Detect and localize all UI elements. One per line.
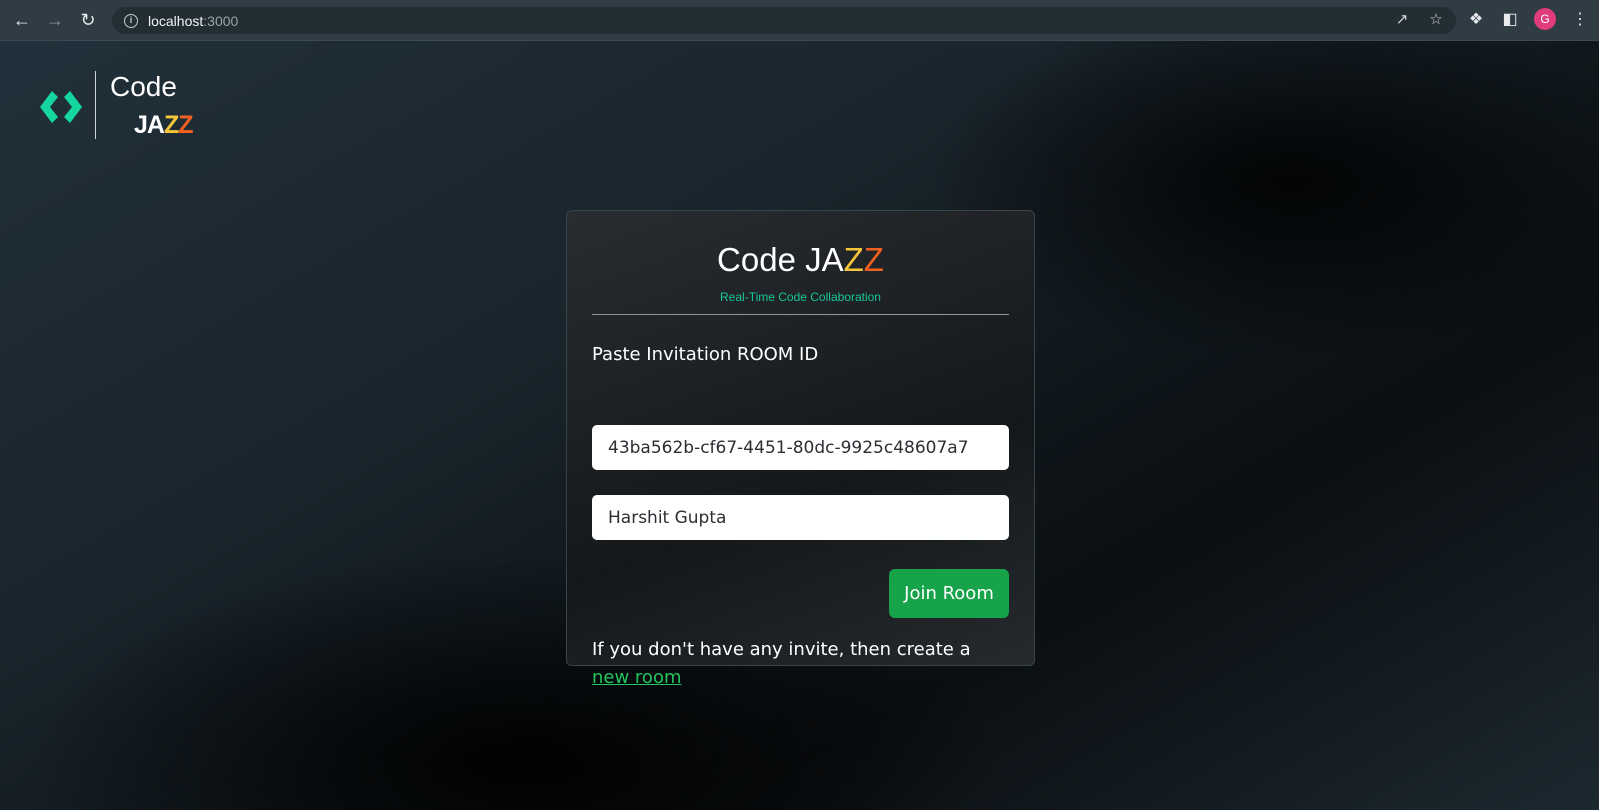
bookmark-star-icon[interactable]: ☆ xyxy=(1426,10,1446,28)
menu-kebab-icon[interactable]: ⋮ xyxy=(1570,9,1590,29)
address-bar[interactable]: i localhost:3000 ↗ ☆ xyxy=(112,7,1456,34)
url-host: localhost xyxy=(148,12,204,29)
card-title: Code JAZZ xyxy=(717,241,884,278)
username-input[interactable] xyxy=(592,495,1009,540)
invite-text: If you don't have any invite, then creat… xyxy=(592,639,971,688)
logo-code-text: Code xyxy=(110,71,177,102)
extensions-puzzle-icon[interactable]: ❖ xyxy=(1466,9,1486,29)
profile-avatar[interactable]: G xyxy=(1534,8,1556,30)
back-icon[interactable]: ← xyxy=(7,5,37,35)
logo-jazz-text: JAZZ xyxy=(134,111,194,139)
share-icon[interactable]: ↗ xyxy=(1392,10,1412,28)
forward-icon[interactable]: → xyxy=(40,5,70,35)
browser-toolbar: ← → ↻ i localhost:3000 ↗ ☆ ❖ ◧ G ⋮ xyxy=(0,0,1599,41)
page-background: Code JAZZ Code JAZZ Real-Time Code Colla… xyxy=(0,41,1599,810)
divider xyxy=(592,314,1009,315)
new-room-link[interactable]: new room xyxy=(592,667,682,688)
url-port: :3000 xyxy=(203,12,239,29)
code-brackets-icon xyxy=(40,91,82,123)
card-subtitle: Real-Time Code Collaboration xyxy=(720,290,881,304)
join-room-card: Code JAZZ Real-Time Code Collaboration P… xyxy=(566,210,1035,688)
logo-divider xyxy=(95,71,96,139)
room-id-label: Paste Invitation ROOM ID xyxy=(592,344,819,365)
join-room-button[interactable]: Join Room xyxy=(889,569,1009,618)
reload-icon[interactable]: ↻ xyxy=(73,5,103,35)
side-panel-icon[interactable]: ◧ xyxy=(1500,9,1520,29)
info-icon[interactable]: i xyxy=(124,13,138,28)
room-id-input[interactable] xyxy=(592,425,1009,470)
